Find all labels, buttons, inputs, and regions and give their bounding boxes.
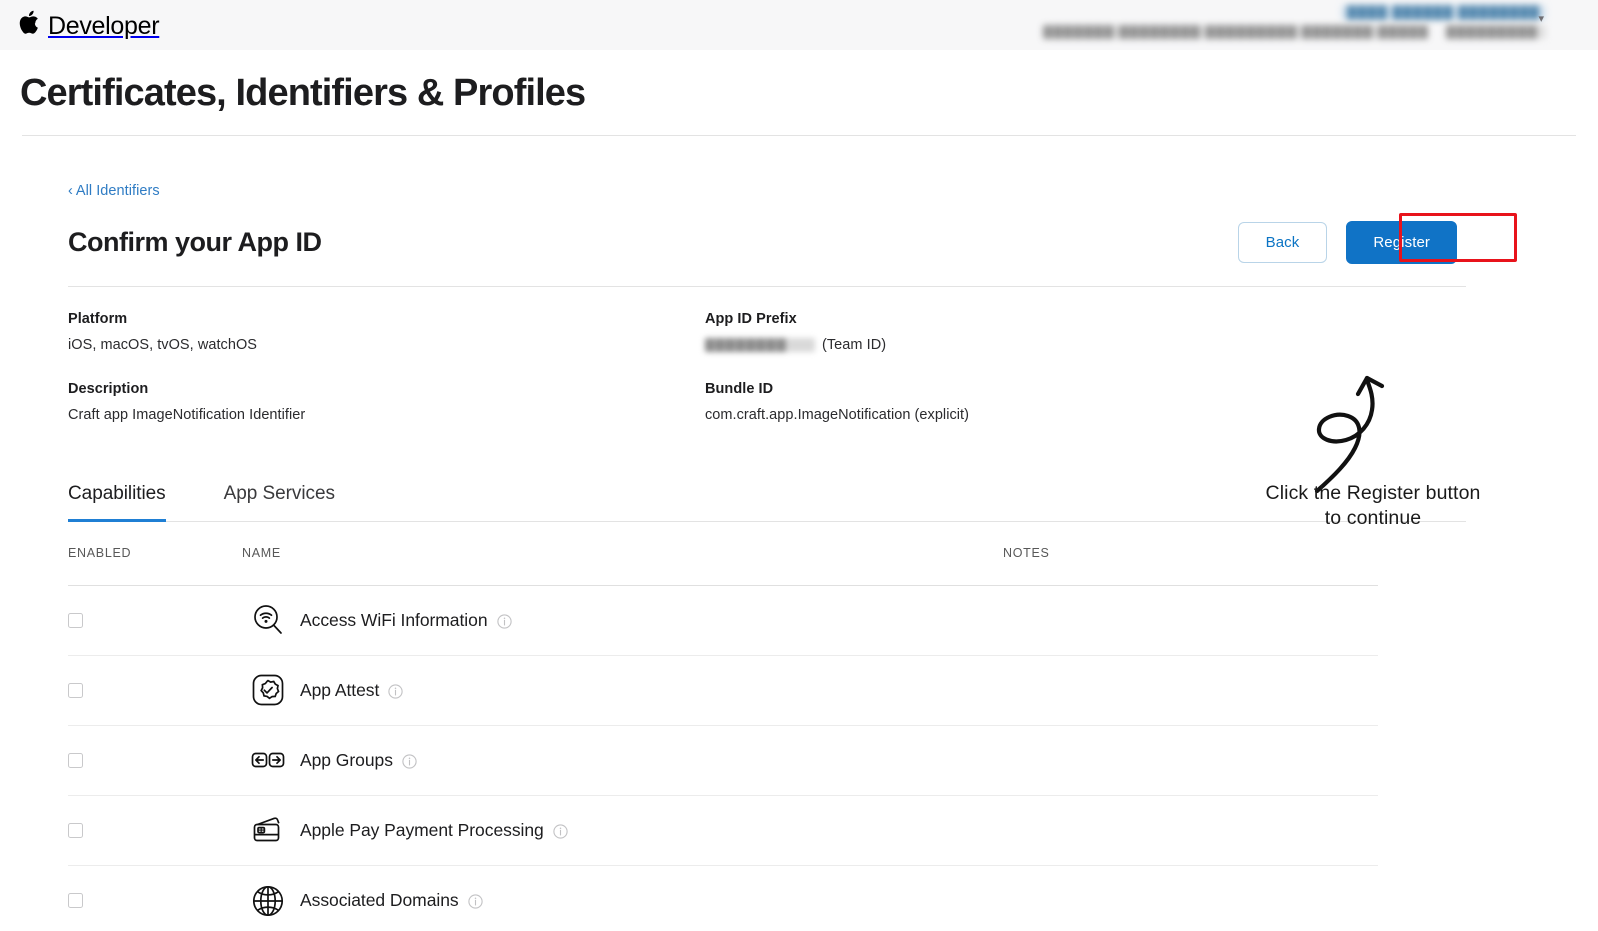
enabled-cell (68, 893, 242, 909)
description-field: Description Craft app ImageNotification … (68, 381, 705, 423)
apple-logo-icon (18, 10, 39, 40)
brand-label: Developer (48, 11, 160, 40)
capability-label: App Groups (300, 749, 393, 770)
badge-check-icon (250, 672, 296, 708)
account-menu[interactable]: ████ ██████ ████████ ▾ (1341, 5, 1546, 25)
table-row: App Attest (68, 656, 1378, 726)
action-buttons: Back Register (1237, 212, 1517, 264)
capability-checkbox[interactable] (68, 682, 83, 698)
section-divider (68, 285, 1466, 287)
enabled-cell (68, 612, 242, 628)
capability-checkbox[interactable] (68, 612, 83, 628)
table-row: Associated Domains (68, 866, 1378, 931)
capability-label: Apple Pay Payment Processing (300, 819, 544, 840)
name-cell: Apple Pay Payment Processing (242, 812, 1003, 848)
team-id-suffix: (Team ID) (822, 336, 887, 353)
app-groups-arrows-icon (250, 742, 296, 778)
register-button[interactable]: Register (1346, 220, 1457, 264)
payment-cards-icon (250, 812, 296, 848)
platform-label: Platform (68, 310, 128, 327)
page-title-section: Certificates, Identifiers & Profiles (0, 50, 1598, 136)
breadcrumb-label: All Identifiers (75, 182, 160, 199)
curved-arrow-icon (1314, 375, 1385, 493)
org-id-redacted: █████████ (1446, 25, 1546, 39)
chevron-down-icon[interactable]: ▾ (1538, 14, 1544, 25)
bundle-id-value: com.craft.app.ImageNotification (explici… (705, 406, 970, 423)
tab-capabilities[interactable]: Capabilities (68, 483, 166, 522)
appid-prefix-value: ████████ (Team ID) (705, 337, 1068, 353)
account-area: ████ ██████ ████████ ▾ ███████ ████████ … (988, 0, 1568, 50)
info-icon[interactable] (496, 614, 512, 629)
header-enabled: ENABLED (68, 546, 132, 561)
capability-label: App Attest (300, 679, 380, 700)
back-button[interactable]: Back (1237, 221, 1328, 263)
team-id-redacted: ████████ (705, 337, 815, 352)
account-org-info: ███████ ████████ █████████ ███████ █████… (1043, 25, 1546, 39)
bundle-id-label: Bundle ID (705, 380, 774, 397)
page-title: Certificates, Identifiers & Profiles (20, 72, 586, 114)
capabilities-table: ENABLED NAME NOTES Access WiFi Informati… (68, 522, 1378, 931)
breadcrumb-all-identifiers[interactable]: ‹ All Identifiers (68, 183, 160, 199)
platform-value: iOS, macOS, tvOS, watchOS (68, 336, 257, 353)
capability-checkbox[interactable] (68, 752, 83, 768)
info-icon[interactable] (467, 894, 483, 909)
globe-icon (250, 883, 296, 919)
chevron-left-icon: ‹ (68, 182, 73, 199)
name-cell: App Groups (242, 742, 1003, 778)
tab-app-services[interactable]: App Services (224, 483, 335, 522)
appid-details: Platform iOS, macOS, tvOS, watchOS App I… (68, 311, 1068, 423)
capability-label: Access WiFi Information (300, 609, 488, 630)
capability-label: Associated Domains (300, 890, 459, 911)
bundle-id-field: Bundle ID com.craft.app.ImageNotificatio… (705, 381, 1068, 423)
table-row: App Groups (68, 726, 1378, 796)
platform-field: Platform iOS, macOS, tvOS, watchOS (68, 311, 705, 353)
org-name-redacted: ███████ ████████ █████████ ███████ █████… (1043, 25, 1428, 39)
appid-prefix-label: App ID Prefix (705, 310, 797, 327)
info-icon[interactable] (402, 754, 417, 769)
info-icon[interactable] (553, 824, 568, 839)
name-cell: Associated Domains (242, 883, 1003, 919)
info-icon[interactable] (388, 684, 403, 699)
table-header-row: ENABLED NAME NOTES (68, 522, 1378, 586)
description-label: Description (68, 380, 149, 397)
wifi-magnifier-icon (250, 602, 296, 638)
global-nav: Developer ████ ██████ ████████ ▾ ███████… (0, 0, 1598, 50)
capability-checkbox[interactable] (68, 893, 83, 909)
enabled-cell (68, 822, 242, 838)
section-title: Confirm your App ID (68, 226, 322, 257)
header-name: NAME (242, 546, 281, 561)
table-row: Apple Pay Payment Processing (68, 796, 1378, 866)
name-cell: Access WiFi Information (242, 602, 1003, 638)
description-value: Craft app ImageNotification Identifier (68, 406, 306, 423)
tab-bar: Capabilities App Services (68, 482, 1466, 522)
account-name-redacted: ████ ██████ ████████ (1341, 5, 1546, 20)
table-row: Access WiFi Information (68, 586, 1378, 656)
appid-prefix-field: App ID Prefix ████████ (Team ID) (705, 311, 1068, 353)
main-content: ‹ All Identifiers Confirm your App ID Bac… (0, 136, 1598, 931)
name-cell: App Attest (242, 672, 1003, 708)
capability-checkbox[interactable] (68, 822, 83, 838)
enabled-cell (68, 752, 242, 768)
section-header: Confirm your App ID Back Register (68, 212, 1517, 264)
apple-developer-home-link[interactable]: Developer (18, 10, 160, 40)
header-notes: NOTES (1003, 546, 1050, 561)
enabled-cell (68, 682, 242, 698)
